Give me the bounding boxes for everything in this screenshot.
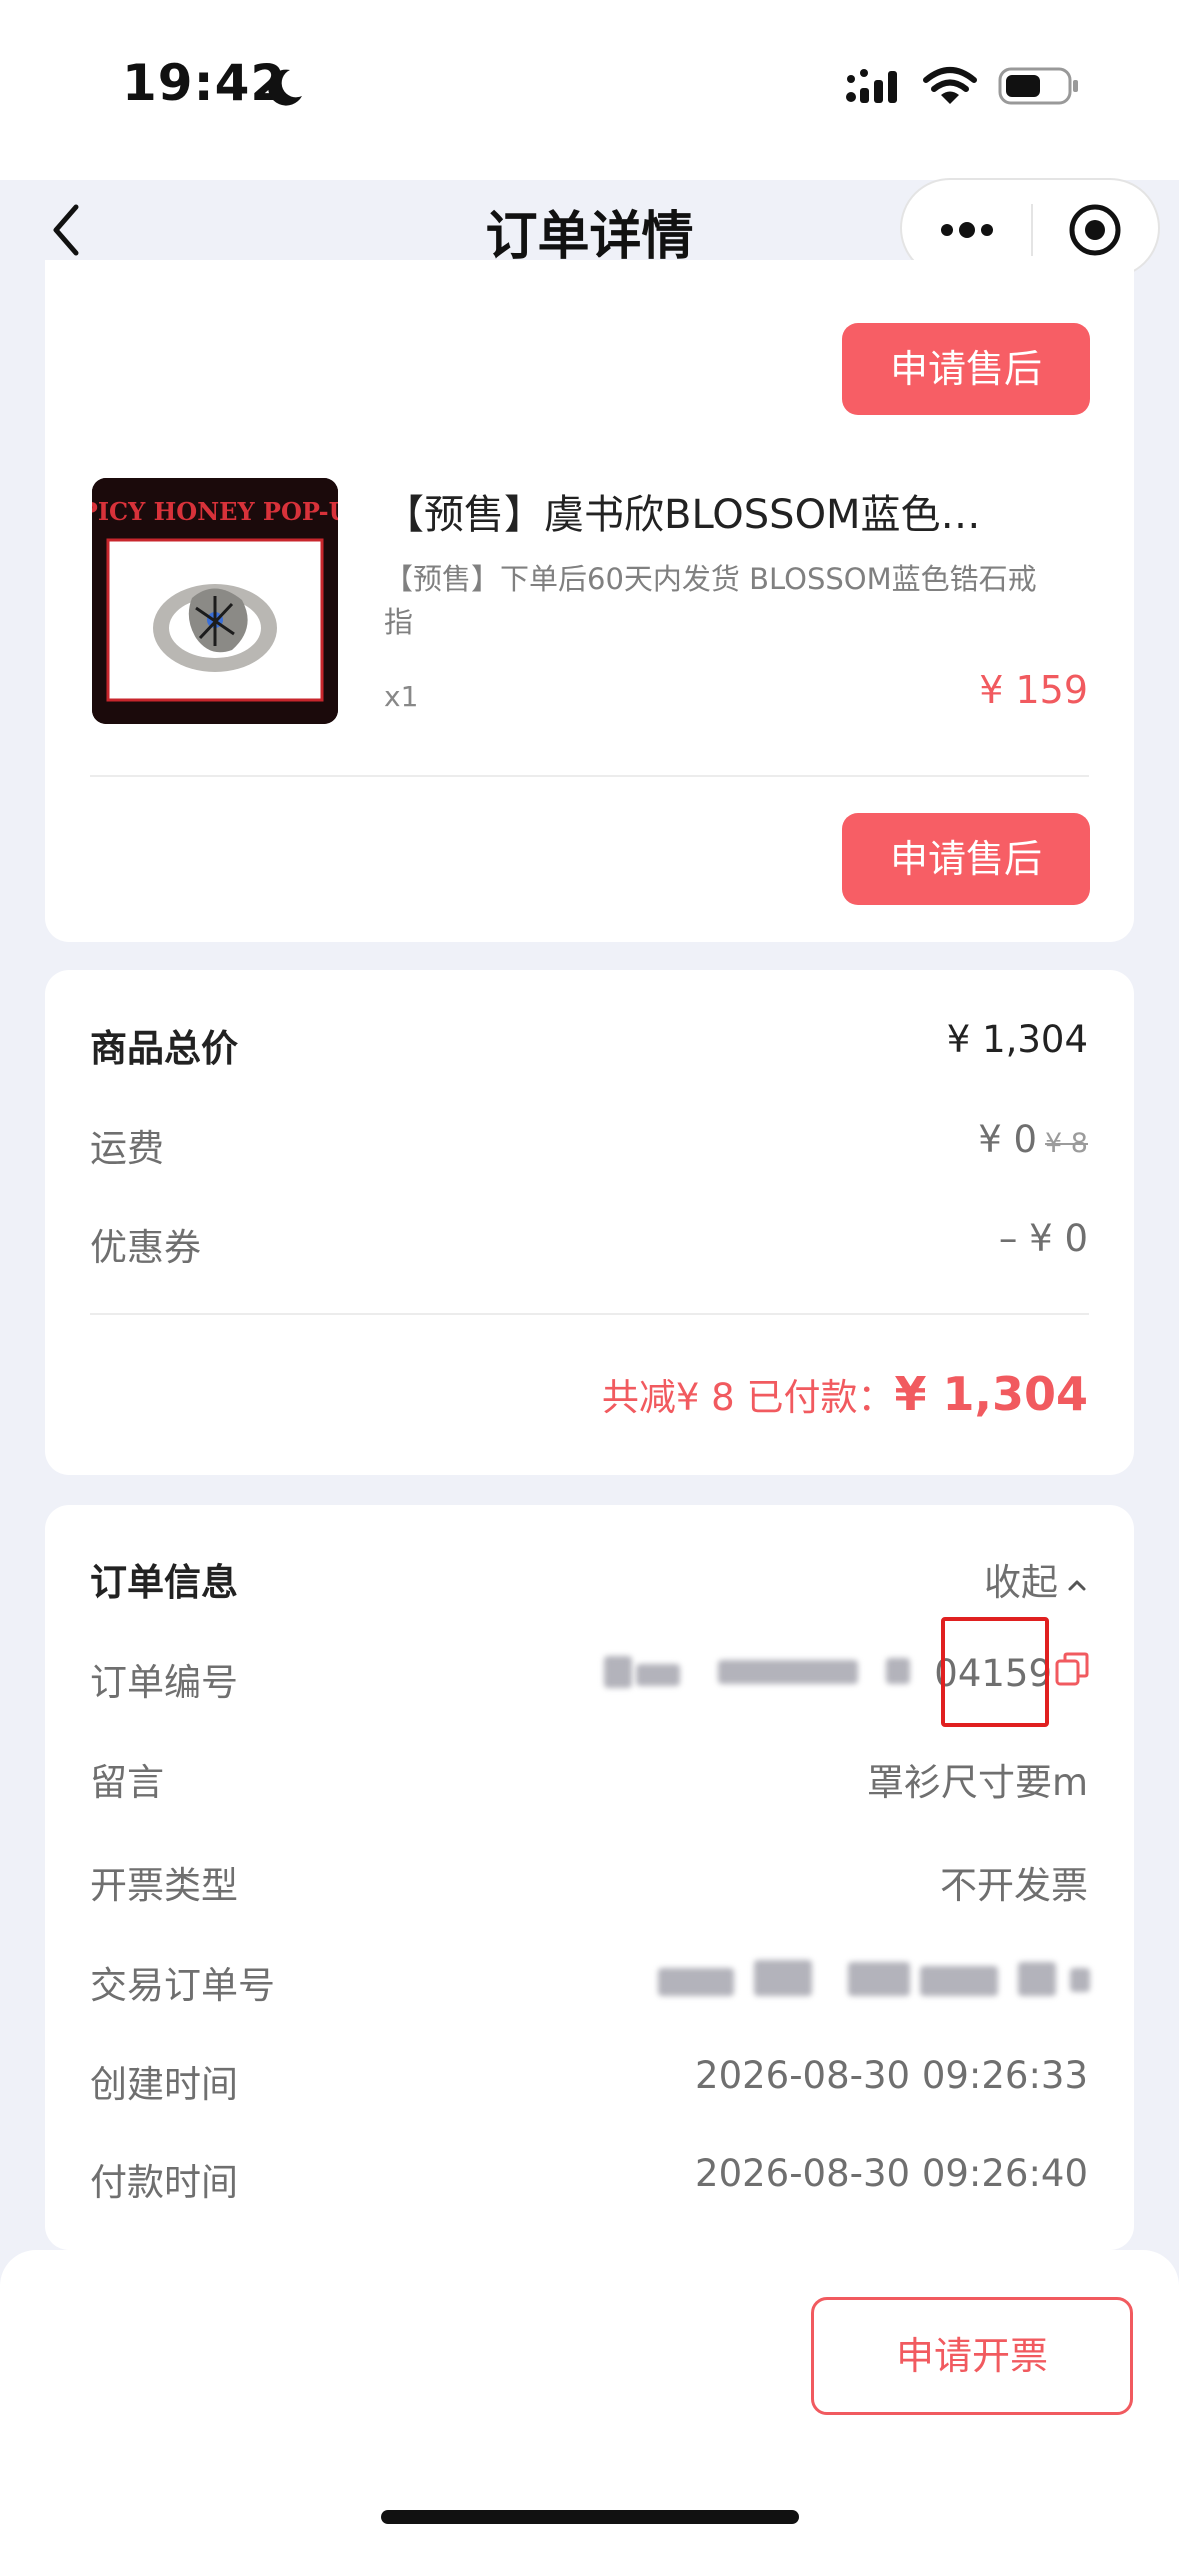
copy-icon[interactable]: [1053, 1650, 1091, 1688]
shipping-value: ¥ 0: [978, 1118, 1038, 1161]
product-thumbnail[interactable]: SPICY HONEY POP-UP: [92, 478, 338, 724]
coupon-label: 优惠券: [90, 1226, 201, 1269]
invoice-type-label: 开票类型: [90, 1864, 238, 1907]
redacted-block: [604, 1656, 632, 1688]
shipping-value-group: ¥ 0 ¥ 8: [978, 1118, 1088, 1161]
subtotal-value: ¥ 1,304: [946, 1018, 1088, 1061]
redacted-block: [1070, 1968, 1090, 1992]
home-indicator[interactable]: [381, 2510, 799, 2524]
product-name[interactable]: 【预售】虞书欣BLOSSOM蓝色…: [384, 482, 1084, 540]
product-spec: 【预售】下单后60天内发货 BLOSSOM蓝色锆石戒指: [384, 562, 1037, 639]
cellular-signal-icon: [846, 69, 897, 103]
collapse-label: 收起: [984, 1561, 1058, 1604]
redacted-block: [754, 1960, 812, 1996]
request-invoice-button[interactable]: 申请开票: [811, 2297, 1133, 2415]
shipping-original: ¥ 8: [1045, 1128, 1088, 1159]
wifi-icon: [923, 67, 977, 104]
redacted-block: [848, 1962, 910, 1996]
after-sale-button[interactable]: 申请售后: [842, 813, 1090, 905]
invoice-type-value: 不开发票: [940, 1864, 1088, 1907]
divider: [90, 775, 1089, 777]
created-time-label: 创建时间: [90, 2063, 238, 2106]
capsule-divider: [1031, 204, 1033, 256]
paid-time-label: 付款时间: [90, 2161, 238, 2204]
collapse-toggle[interactable]: 收起: [984, 1552, 1088, 1606]
redacted-block: [886, 1658, 910, 1684]
redacted-block: [1018, 1962, 1056, 1996]
message-value: 罩衫尺寸要m: [866, 1761, 1088, 1804]
redacted-block: [920, 1966, 998, 1996]
redacted-block: [636, 1664, 680, 1686]
message-label: 留言: [90, 1761, 164, 1804]
more-dots-icon[interactable]: [937, 216, 997, 244]
chevron-up-icon: [1068, 1580, 1086, 1590]
trade-no-label: 交易订单号: [90, 1964, 275, 2007]
paid-total: 共减¥ 8 已付款：¥ 1,304: [602, 1367, 1088, 1421]
redacted-block: [718, 1660, 858, 1684]
shipping-label: 运费: [90, 1127, 164, 1170]
total-prefix: 共减¥ 8 已付款：: [601, 1376, 895, 1419]
created-time-value: 2026-08-30 09:26:33: [695, 2054, 1088, 2097]
order-no-label: 订单编号: [90, 1661, 238, 1704]
thumb-title: SPICY HONEY POP-UP: [92, 497, 338, 526]
product-price: ¥ 159: [979, 668, 1088, 712]
order-info-title: 订单信息: [90, 1561, 238, 1604]
paid-time-value: 2026-08-30 09:26:40: [695, 2152, 1088, 2195]
coupon-value[interactable]: – ¥ 0: [999, 1217, 1088, 1260]
product-quantity: x1: [384, 680, 419, 713]
total-value: ¥ 1,304: [894, 1367, 1088, 1421]
redacted-block: [658, 1968, 734, 1996]
moon-icon: [268, 69, 302, 106]
after-sale-button-top[interactable]: 申请售后: [842, 323, 1090, 415]
status-time: 19:42: [122, 54, 287, 112]
subtotal-label: 商品总价: [90, 1027, 238, 1070]
battery-icon: [998, 67, 1078, 105]
close-miniapp-icon[interactable]: [1067, 202, 1123, 258]
divider: [90, 1313, 1089, 1315]
highlight-annotation: [941, 1617, 1049, 1727]
